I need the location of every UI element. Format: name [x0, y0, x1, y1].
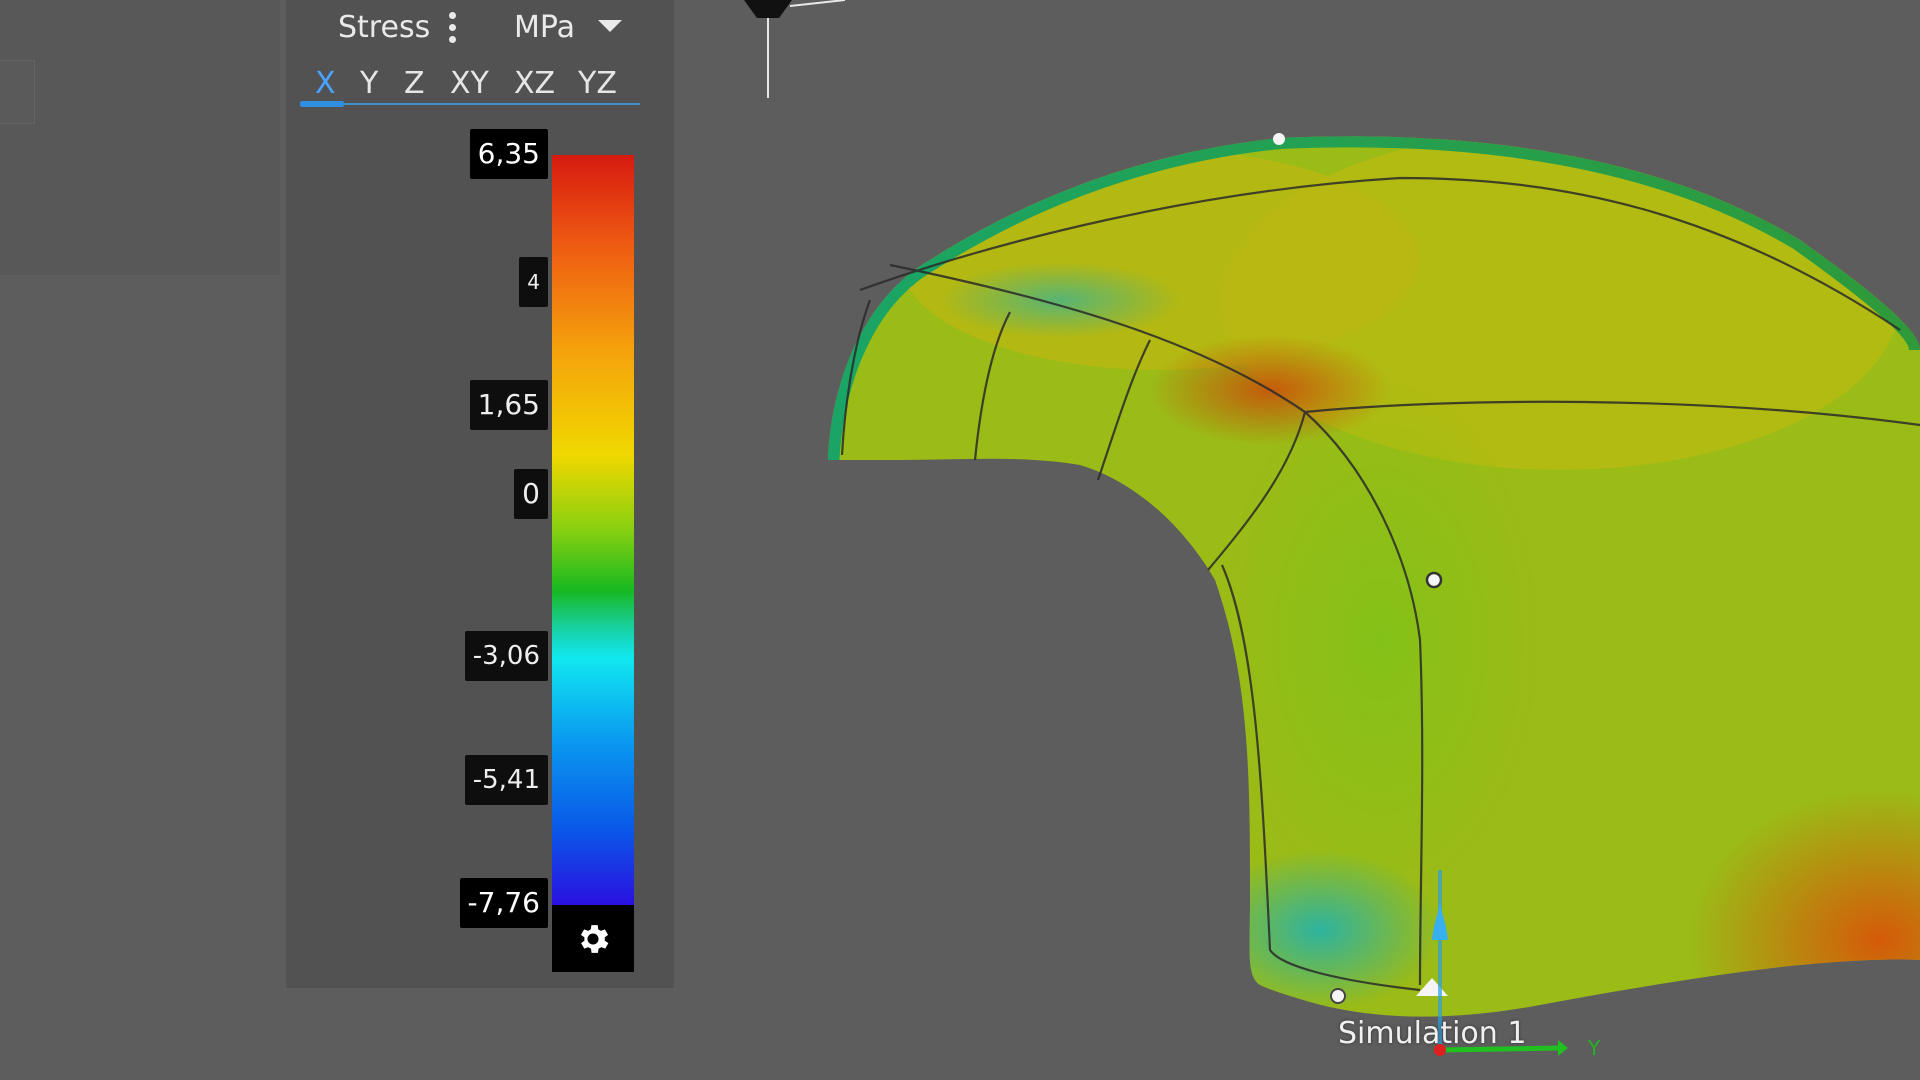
tab-yz[interactable]: YZ: [578, 66, 617, 101]
load-point-marker[interactable]: [1425, 571, 1443, 589]
more-vertical-icon[interactable]: [446, 12, 458, 48]
simulation-label: Simulation 1: [1338, 1016, 1527, 1051]
tick-label: -3,06: [464, 631, 548, 681]
caret-down-icon[interactable]: [598, 20, 622, 32]
legend-settings-button[interactable]: [552, 905, 634, 972]
tabs-underline: [300, 103, 640, 105]
fixture-point[interactable]: [1330, 988, 1346, 1004]
tab-x[interactable]: X: [315, 66, 336, 101]
gear-icon: [580, 924, 609, 953]
stress-legend-panel: Stress MPa X Y Z XY XZ YZ 6,35 4 1,65 0 …: [286, 0, 674, 988]
tab-z[interactable]: Z: [404, 66, 425, 101]
tick-label-min[interactable]: -7,76: [459, 878, 548, 928]
unit-select[interactable]: MPa: [514, 10, 575, 45]
stress-result-mesh[interactable]: [828, 130, 1920, 1080]
tick-label: 0: [514, 469, 548, 519]
tab-xz[interactable]: XZ: [514, 66, 555, 101]
view-cube-handle[interactable]: [744, 0, 792, 18]
tab-y[interactable]: Y: [360, 66, 378, 101]
active-tab-indicator: [300, 101, 344, 107]
tick-label: 4: [519, 257, 548, 307]
result-type-label[interactable]: Stress: [338, 10, 430, 45]
axis-y-label: Y: [1588, 1036, 1601, 1060]
tick-label-max[interactable]: 6,35: [469, 129, 548, 179]
tick-label: -5,41: [464, 755, 548, 805]
gizmo-axis-line-2: [789, 0, 846, 7]
tick-label: 1,65: [469, 380, 548, 430]
stress-color-scale: [552, 155, 634, 905]
constraint-point[interactable]: [1273, 133, 1285, 145]
tab-xy[interactable]: XY: [450, 66, 489, 101]
